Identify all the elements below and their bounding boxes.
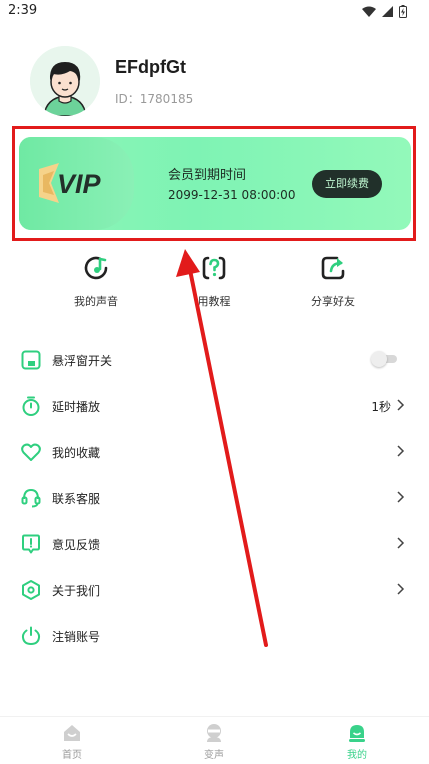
tab-profile[interactable]: 我的 xyxy=(317,723,397,761)
user-id: ID：1780185 xyxy=(115,92,194,106)
tab-voice-change[interactable]: 变声 xyxy=(174,723,254,761)
chevron-right-icon xyxy=(397,399,405,411)
settings-menu: 悬浮窗开关 延时播放 1秒 我的收藏 联系客服 意见反馈 关于我们 注销账号 xyxy=(0,337,429,659)
menu-item-label: 我的收藏 xyxy=(52,446,101,460)
power-icon xyxy=(21,626,41,646)
chevron-right-icon xyxy=(397,491,405,503)
quick-action-my-voice[interactable]: 我的声音 xyxy=(46,252,146,309)
tab-label: 变声 xyxy=(204,750,224,761)
tab-label: 我的 xyxy=(347,750,367,761)
wifi-icon xyxy=(362,6,376,17)
menu-item-favorites[interactable]: 我的收藏 xyxy=(0,429,429,475)
username: EFdpfGt xyxy=(115,57,186,77)
menu-item-label: 关于我们 xyxy=(52,584,101,598)
quick-action-label: 用教程 xyxy=(197,295,231,308)
menu-item-delay-play[interactable]: 延时播放 1秒 xyxy=(0,383,429,429)
menu-item-label: 悬浮窗开关 xyxy=(52,354,113,368)
tutorial-icon xyxy=(202,256,226,280)
chevron-right-icon xyxy=(397,537,405,549)
chevron-right-icon xyxy=(397,445,405,457)
voice-change-icon xyxy=(207,724,221,742)
menu-item-label: 联系客服 xyxy=(52,492,101,506)
menu-item-floating-window[interactable]: 悬浮窗开关 xyxy=(0,337,429,383)
headset-icon xyxy=(21,488,41,508)
bottom-tab-bar: 首页 变声 我的 xyxy=(0,716,429,764)
delay-play-value: 1秒 xyxy=(371,400,391,414)
menu-item-support[interactable]: 联系客服 xyxy=(0,475,429,521)
profile-icon xyxy=(349,725,365,742)
toggle-knob xyxy=(371,351,387,367)
battery-icon xyxy=(399,5,407,18)
quick-action-label: 我的声音 xyxy=(74,295,118,308)
menu-item-label: 延时播放 xyxy=(52,400,101,414)
timer-icon xyxy=(22,396,40,416)
menu-item-label: 意见反馈 xyxy=(52,538,101,552)
tab-label: 首页 xyxy=(62,750,82,761)
quick-action-share[interactable]: 分享好友 xyxy=(283,252,383,309)
share-icon xyxy=(321,256,345,280)
heart-icon xyxy=(21,443,41,461)
tab-home[interactable]: 首页 xyxy=(32,723,112,761)
feedback-icon xyxy=(22,534,40,554)
quick-action-label: 分享好友 xyxy=(311,295,355,308)
home-icon xyxy=(64,725,80,741)
vip-highlight-box xyxy=(12,126,416,241)
status-bar: 2:39 xyxy=(0,0,429,24)
avatar[interactable] xyxy=(30,46,100,116)
voice-icon xyxy=(84,256,108,280)
status-time: 2:39 xyxy=(8,3,38,18)
floating-window-toggle[interactable] xyxy=(371,351,399,367)
chevron-right-icon xyxy=(397,583,405,595)
floating-window-icon xyxy=(21,350,41,370)
menu-item-label: 注销账号 xyxy=(52,630,101,644)
menu-item-delete-account[interactable]: 注销账号 xyxy=(0,613,429,659)
quick-action-tutorial[interactable]: 用教程 xyxy=(164,252,264,309)
menu-item-feedback[interactable]: 意见反馈 xyxy=(0,521,429,567)
about-icon xyxy=(22,580,40,600)
status-icons xyxy=(362,5,407,18)
signal-icon xyxy=(382,6,393,17)
profile-header: EFdpfGt ID：1780185 xyxy=(0,44,429,124)
menu-item-about[interactable]: 关于我们 xyxy=(0,567,429,613)
